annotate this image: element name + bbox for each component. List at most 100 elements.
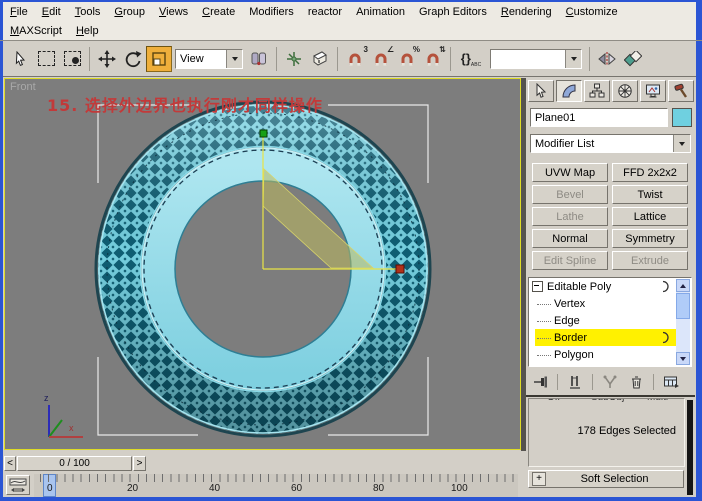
remove-modifier-button[interactable]: [624, 372, 648, 392]
dropdown-arrow-button[interactable]: [565, 50, 581, 68]
menu-create[interactable]: Create: [202, 6, 235, 18]
arrow-up-icon: [680, 284, 686, 288]
show-end-result-icon: [568, 375, 582, 389]
stack-row-glyph-icon: [660, 331, 671, 344]
menu-group[interactable]: Group: [114, 6, 145, 18]
tab-display[interactable]: [640, 80, 666, 102]
stack-row-vertex[interactable]: Vertex: [529, 295, 691, 312]
menu-edit[interactable]: Edit: [42, 6, 61, 18]
preview-subobj-label[interactable]: SubObj: [591, 399, 624, 403]
spinner-snap-toggle-button[interactable]: ⇅: [420, 46, 446, 72]
select-and-scale-button[interactable]: [146, 46, 172, 72]
axis-x-label: x: [69, 423, 74, 433]
tab-utilities[interactable]: [668, 80, 694, 102]
time-slider-readout[interactable]: 0 / 100: [17, 456, 132, 471]
mirror-button[interactable]: [594, 46, 620, 72]
dropdown-arrow-button[interactable]: [226, 50, 242, 68]
menu-reactor[interactable]: reactor: [308, 6, 342, 18]
object-name-input[interactable]: [530, 108, 668, 127]
keyboard-shortcut-override-button[interactable]: [307, 46, 333, 72]
menu-modifiers[interactable]: Modifiers: [249, 6, 294, 18]
stack-scrollbar[interactable]: [676, 279, 690, 365]
modifier-button-ffd-2x2x2[interactable]: FFD 2x2x2: [612, 163, 688, 182]
rect-region-icon: [38, 51, 55, 66]
scroll-thumb[interactable]: [676, 293, 690, 319]
preview-multi-label[interactable]: Multi: [647, 399, 668, 403]
stack-row-polygon[interactable]: Polygon: [529, 346, 691, 363]
named-selection-set-dropdown[interactable]: [490, 49, 582, 69]
modifier-button-normal[interactable]: Normal: [532, 229, 608, 248]
modifier-button-uvw-map[interactable]: UVW Map: [532, 163, 608, 182]
modifier-list-dropdown[interactable]: Modifier List: [530, 134, 691, 153]
menu-tools[interactable]: Tools: [75, 6, 101, 18]
gizmo-green-handle[interactable]: [260, 130, 267, 137]
align-icon: [624, 51, 642, 67]
percent-snap-toggle-button[interactable]: %: [394, 46, 420, 72]
open-mini-curve-editor-button[interactable]: [6, 475, 30, 495]
panel-scrollbar[interactable]: [687, 400, 693, 495]
tab-modify[interactable]: [556, 80, 582, 102]
stack-row-editable-poly[interactable]: Editable Poly: [529, 278, 691, 295]
gizmo-red-handle[interactable]: [396, 265, 404, 273]
angle-snap-toggle-button[interactable]: ∠: [368, 46, 394, 72]
preview-off-label[interactable]: Off: [547, 399, 560, 403]
braces-icon: {}: [461, 54, 471, 64]
pin-stack-button[interactable]: [528, 372, 552, 392]
menu-file[interactable]: File: [10, 6, 28, 18]
stack-row-element[interactable]: Element: [529, 363, 691, 367]
display-tab-icon: [645, 83, 661, 99]
configure-modifier-sets-button[interactable]: [659, 372, 683, 392]
previous-frame-button[interactable]: <: [4, 456, 16, 471]
show-end-result-button[interactable]: [563, 372, 587, 392]
axis-tripod: z x: [44, 393, 83, 437]
select-and-move-button[interactable]: [94, 46, 120, 72]
toolbar-separator: [653, 374, 654, 390]
select-object-button[interactable]: [7, 46, 33, 72]
stack-row-border-selected[interactable]: Border: [529, 329, 691, 346]
stack-toolbar: [528, 371, 692, 393]
tab-create[interactable]: [528, 80, 554, 102]
manipulate-icon: [285, 50, 303, 68]
snaps-toggle-button[interactable]: 3: [342, 46, 368, 72]
viewport-label[interactable]: Front: [10, 81, 36, 93]
stack-item-label: Element: [554, 366, 594, 368]
next-frame-button[interactable]: >: [133, 456, 146, 471]
mini-curve-editor-icon: [9, 478, 27, 493]
make-unique-button[interactable]: [598, 372, 622, 392]
scroll-up-button[interactable]: [676, 279, 690, 292]
modifier-stack-list[interactable]: Editable Poly Vertex Edge Border Polygon: [528, 277, 692, 367]
modifier-button-twist[interactable]: Twist: [612, 185, 688, 204]
circular-selection-region-button[interactable]: [59, 46, 85, 72]
axis-z-label: z: [44, 393, 49, 403]
modifier-button-lattice[interactable]: Lattice: [612, 207, 688, 226]
tick-label: 100: [451, 483, 468, 494]
modifier-button-lathe: Lathe: [532, 207, 608, 226]
make-unique-icon: [602, 375, 618, 389]
menu-help[interactable]: Help: [76, 25, 99, 37]
select-and-rotate-button[interactable]: [120, 46, 146, 72]
menu-graph-editors[interactable]: Graph Editors: [419, 6, 487, 18]
front-viewport[interactable]: z x Front 15. 选择外边界也执行刚才同样操作: [4, 78, 521, 450]
tab-hierarchy[interactable]: [584, 80, 610, 102]
rectangular-selection-region-button[interactable]: [33, 46, 59, 72]
reference-coordinate-system-dropdown[interactable]: View: [175, 49, 243, 69]
dropdown-arrow-button[interactable]: [673, 135, 690, 152]
scroll-down-button[interactable]: [676, 352, 690, 365]
menu-views[interactable]: Views: [159, 6, 188, 18]
select-and-manipulate-button[interactable]: [281, 46, 307, 72]
collapse-expander-icon[interactable]: [532, 281, 543, 292]
tab-motion[interactable]: [612, 80, 638, 102]
use-pivot-point-center-button[interactable]: [246, 46, 272, 72]
stack-row-edge[interactable]: Edge: [529, 312, 691, 329]
soft-selection-rollout-header[interactable]: + Soft Selection: [528, 470, 684, 488]
rollout-expand-icon[interactable]: +: [532, 472, 546, 486]
menu-customize[interactable]: Customize: [566, 6, 618, 18]
track-bar[interactable]: 0 20 40 60 80 100: [34, 474, 518, 497]
modifier-button-symmetry[interactable]: Symmetry: [612, 229, 688, 248]
object-color-swatch[interactable]: [672, 108, 692, 127]
menu-rendering[interactable]: Rendering: [501, 6, 552, 18]
align-button[interactable]: [620, 46, 646, 72]
menu-animation[interactable]: Animation: [356, 6, 405, 18]
edit-named-selection-sets-button[interactable]: {} ABC: [455, 46, 487, 72]
menu-maxscript[interactable]: MAXScript: [10, 25, 62, 37]
